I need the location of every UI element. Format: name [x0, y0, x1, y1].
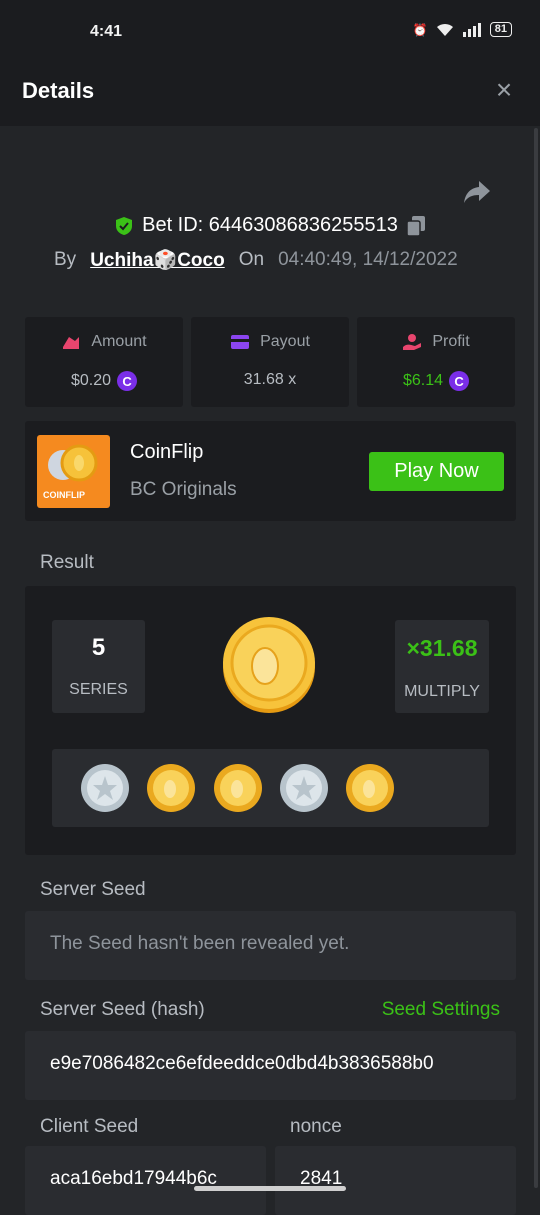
shield-check-icon [116, 216, 133, 235]
profit-label: Profit [432, 333, 470, 350]
server-seed-hash-value: e9e7086482ce6efdeeddce0dbd4b3836588b0 [50, 1053, 434, 1074]
multiplier-value: ×31.68 [406, 635, 478, 661]
game-card: COINFLIP CoinFlip BC Originals Play Now [25, 421, 516, 521]
status-icons: ⏰ 81 [413, 22, 512, 37]
server-seed-field[interactable]: The Seed hasn't been revealed yet. [25, 911, 516, 980]
silver-coin-icon [81, 764, 129, 812]
by-label: By [54, 249, 77, 270]
client-seed-field[interactable]: aca16ebd17944b6c [25, 1146, 266, 1215]
alarm-icon: ⏰ [412, 22, 428, 37]
amount-icon [63, 337, 80, 349]
bet-meta-row: By Uchiha🎲Coco On 04:40:49, 14/12/2022 [54, 248, 458, 272]
on-label: On [238, 249, 265, 270]
scrollbar[interactable] [534, 128, 538, 1188]
game-thumb-label: COINFLIP [43, 490, 85, 500]
username-link[interactable]: Uchiha🎲Coco [90, 248, 225, 272]
amount-label: Amount [91, 333, 147, 350]
bet-datetime: 04:40:49, 14/12/2022 [278, 249, 458, 270]
game-thumbnail[interactable]: COINFLIP [37, 435, 110, 508]
bet-id: Bet ID: 64463086836255513 [142, 214, 398, 236]
details-header: Details × [0, 54, 540, 126]
series-value: 5 [91, 634, 106, 661]
payout-card: Payout 31.68 x [191, 317, 349, 407]
server-seed-value: The Seed hasn't been revealed yet. [50, 933, 350, 954]
result-label: Result [40, 552, 94, 573]
profit-icon [403, 334, 422, 350]
result-panel: 5 SERIES ×31.68 MULTIPLY [25, 586, 516, 855]
signal-icon [462, 22, 481, 37]
game-provider: BC Originals [130, 479, 237, 500]
multiplier-label: MULTIPLY [404, 683, 480, 700]
home-indicator[interactable] [194, 1186, 346, 1191]
server-seed-hash-field[interactable]: e9e7086482ce6efdeeddce0dbd4b3836588b0 [25, 1031, 516, 1100]
play-now-button[interactable]: Play Now [369, 452, 504, 491]
series-box: 5 SERIES [52, 620, 145, 713]
silver-coin-icon [280, 764, 328, 812]
profit-value: $6.14 [402, 372, 444, 389]
page-title: Details [22, 78, 95, 103]
nonce-field[interactable]: 2841 [275, 1146, 516, 1215]
client-seed-value: aca16ebd17944b6c [50, 1168, 217, 1189]
bc-coin-icon: C [449, 371, 470, 391]
status-bar: 4:41 ⏰ 81 [0, 0, 540, 54]
gold-coin-icon [214, 764, 262, 812]
multiplier-box: ×31.68 MULTIPLY [395, 620, 489, 713]
amount-value: $0.20 [70, 372, 112, 389]
amount-card: Amount $0.20 C [25, 317, 183, 407]
client-seed-label: Client Seed [40, 1116, 139, 1137]
profit-card: Profit $6.14 C [357, 317, 515, 407]
series-label: SERIES [69, 681, 128, 698]
copy-icon[interactable] [406, 215, 426, 237]
payout-label: Payout [260, 333, 310, 350]
gold-coin-icon [223, 617, 315, 713]
seed-settings-link[interactable]: Seed Settings [382, 999, 500, 1021]
bc-coin-icon: C [117, 371, 138, 391]
status-time: 4:41 [90, 23, 123, 40]
payout-value: 31.68 x [243, 371, 297, 388]
battery-icon: 81 [489, 22, 512, 37]
gold-coin-icon [346, 764, 394, 812]
server-seed-hash-label: Server Seed (hash) [40, 999, 205, 1020]
share-icon[interactable] [462, 178, 492, 206]
bet-id-row: Bet ID: 64463086836255513 [0, 214, 540, 237]
close-icon: × [495, 74, 513, 105]
gold-coin-icon [147, 764, 195, 812]
nonce-label: nonce [290, 1116, 342, 1137]
flip-history [52, 749, 489, 827]
server-seed-label: Server Seed [40, 879, 146, 900]
wifi-icon [436, 23, 453, 36]
wallet-icon [231, 335, 250, 349]
game-name: CoinFlip [130, 441, 204, 463]
close-button[interactable]: × [490, 74, 518, 105]
